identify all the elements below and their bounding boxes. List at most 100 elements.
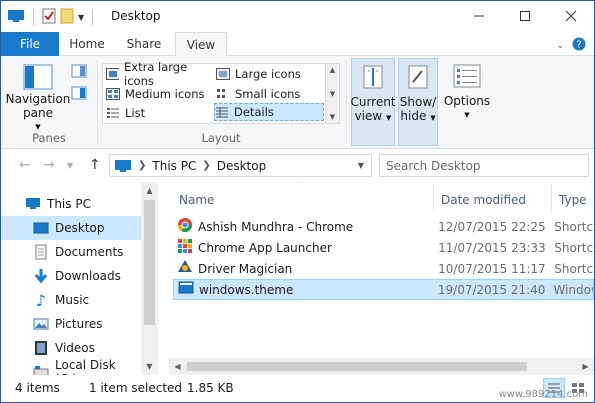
column-header-name[interactable]: Name	[169, 188, 433, 212]
app-launcher-icon	[177, 238, 193, 257]
explorer-window: ▼ Desktop File Home Share View ⌄ ? Navig…	[0, 0, 595, 403]
column-header-type[interactable]: Type	[549, 188, 594, 212]
app-monitor-icon[interactable]	[7, 9, 25, 26]
ribbon-expand-icon[interactable]: ⌄	[556, 41, 564, 51]
back-arrow-icon[interactable]: ←	[19, 157, 31, 173]
dropdown-caret-icon: ▼	[464, 111, 470, 119]
file-row-selected[interactable]: windows.theme 19/07/2015 21:40 Windows	[173, 279, 594, 300]
search-input[interactable]: Search Desktop	[379, 154, 589, 177]
panes-group-label: Panes	[32, 131, 66, 145]
tree-item-pictures[interactable]: Pictures	[1, 312, 141, 336]
svg-text:?: ?	[576, 40, 581, 51]
tab-home[interactable]: Home	[61, 32, 113, 56]
layout-small-icons[interactable]: Small icons	[216, 85, 324, 103]
scroll-down-icon[interactable]: ▼	[141, 358, 158, 375]
minimize-button[interactable]	[456, 1, 502, 31]
close-button[interactable]	[548, 1, 594, 31]
maximize-button[interactable]	[502, 1, 548, 31]
preview-pane-icon	[71, 64, 87, 78]
layout-group-label: Layout	[201, 131, 241, 145]
tree-item-local-disk[interactable]: Local Disk (C:)	[1, 358, 141, 375]
list-icon	[107, 108, 119, 118]
current-view-label-2: view ▼	[355, 109, 392, 125]
show-hide-label-1: Show/	[399, 95, 437, 109]
layout-large-icons[interactable]: Large icons	[216, 65, 324, 83]
tree-item-this-pc[interactable]: This PC	[1, 192, 141, 216]
column-header-date-modified[interactable]: Date modified	[431, 188, 551, 212]
file-type: Shortcut	[554, 240, 594, 255]
scrollbar-thumb[interactable]	[144, 200, 155, 325]
up-arrow-icon[interactable]: ↑	[89, 157, 101, 173]
forward-arrow-icon[interactable]: →	[43, 157, 55, 173]
scroll-right-icon[interactable]: ▶	[577, 358, 594, 375]
disk-icon	[33, 364, 49, 375]
preview-pane-button[interactable]	[71, 64, 87, 81]
file-name-cell: Chrome App Launcher	[173, 238, 435, 257]
gallery-expand-icon[interactable]: ▼	[330, 113, 335, 121]
address-bar[interactable]: ❯ This PC ❯ Desktop	[109, 154, 372, 177]
layout-extra-large-icons[interactable]: Extra large icons	[106, 60, 214, 88]
breadcrumb-chevron-icon[interactable]: ❯	[138, 160, 146, 171]
layout-medium-icons[interactable]: Medium icons	[106, 85, 214, 103]
status-item-count: 4 items	[15, 381, 60, 395]
navigation-pane-scrollbar[interactable]: ▲ ▼	[141, 182, 158, 375]
file-type: Shortcut	[554, 219, 594, 234]
details-icon	[216, 107, 228, 118]
breadcrumb-desktop[interactable]: Desktop	[217, 159, 267, 173]
scrollbar-thumb[interactable]	[187, 362, 527, 371]
new-folder-icon[interactable]	[60, 8, 74, 27]
file-type: Windows	[553, 282, 593, 297]
layout-gallery-scroll[interactable]: ▲ ▼ ▼	[325, 64, 339, 123]
layout-item-label: Small icons	[235, 87, 301, 101]
show-hide-label-2-text: hide	[400, 109, 427, 123]
maximize-icon	[520, 11, 530, 21]
tab-file[interactable]: File	[1, 32, 59, 56]
tab-share[interactable]: Share	[117, 32, 171, 56]
file-name-cell: windows.theme	[174, 280, 435, 299]
refresh-button[interactable]: ▼	[350, 154, 372, 177]
navigation-pane: This PC Desktop Documents Downloads ♪ Mu…	[1, 182, 158, 375]
tree-item-videos[interactable]: Videos	[1, 336, 141, 360]
current-view-label-1: Current	[350, 95, 396, 109]
show-hide-button[interactable]: Show/ hide ▼	[398, 58, 438, 146]
help-icon[interactable]: ?	[572, 37, 586, 54]
tree-item-desktop[interactable]: Desktop	[1, 216, 141, 240]
breadcrumb-this-pc[interactable]: This PC	[152, 159, 196, 173]
file-date: 12/07/2015 22:25	[438, 219, 546, 234]
show-hide-icon	[408, 65, 428, 89]
file-list-horizontal-scrollbar[interactable]: ◀ ▶	[169, 358, 594, 375]
options-icon	[453, 64, 481, 88]
small-icons-icon	[217, 89, 225, 98]
tree-item-documents[interactable]: Documents	[1, 240, 141, 264]
window-controls	[456, 1, 594, 31]
details-pane-button[interactable]	[71, 86, 87, 103]
desktop-icon	[33, 220, 49, 236]
recent-locations-icon[interactable]: ▼	[67, 161, 73, 170]
address-dropdown-icon: ▼	[357, 161, 365, 170]
qat-dropdown-icon[interactable]: ▼	[78, 13, 84, 22]
options-button[interactable]: Options ▼	[443, 58, 491, 146]
tree-item-label: Downloads	[55, 269, 121, 283]
file-date: 10/07/2015 11:17	[438, 261, 546, 276]
layout-list[interactable]: List	[106, 104, 214, 122]
layout-details[interactable]: Details	[214, 103, 324, 121]
tree-item-music[interactable]: ♪ Music	[1, 288, 141, 312]
file-row[interactable]: Driver Magician 10/07/2015 11:17 Shortcu…	[173, 258, 594, 279]
search-placeholder: Search Desktop	[386, 158, 481, 173]
scroll-up-icon[interactable]: ▲	[330, 66, 335, 74]
options-label: Options	[443, 94, 491, 108]
tab-view[interactable]: View	[175, 32, 227, 57]
file-row[interactable]: Chrome App Launcher 11/07/2015 23:33 Sho…	[173, 237, 594, 258]
navigation-bar: ← → ▼ ↑ ❯ This PC ❯ Desktop ▼ Search Des…	[1, 149, 594, 182]
file-row[interactable]: Ashish Mundhra - Chrome 12/07/2015 22:25…	[173, 216, 594, 237]
tree-item-downloads[interactable]: Downloads	[1, 264, 141, 288]
current-view-button[interactable]: Current view ▼	[350, 58, 396, 146]
scroll-up-icon[interactable]: ▲	[141, 182, 158, 199]
scroll-left-icon[interactable]: ◀	[169, 358, 186, 375]
scroll-down-icon[interactable]: ▼	[330, 90, 335, 98]
status-size: 1.85 KB	[187, 381, 234, 395]
navigation-pane-button[interactable]: Navigation pane ▼	[6, 64, 70, 134]
breadcrumb-chevron-icon[interactable]: ❯	[202, 160, 210, 171]
tree-item-label: Pictures	[55, 317, 103, 331]
properties-icon[interactable]	[42, 8, 56, 27]
